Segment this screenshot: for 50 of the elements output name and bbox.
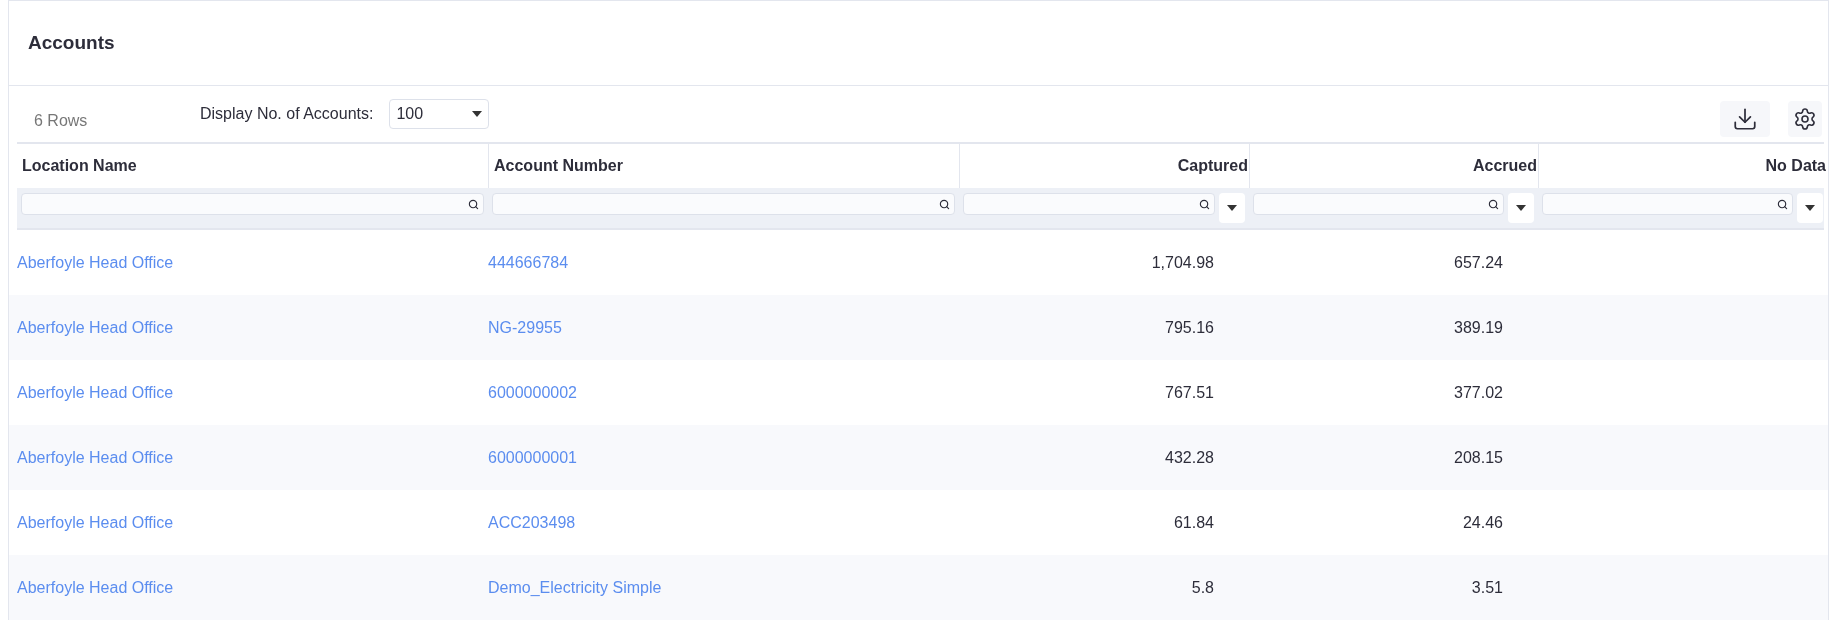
accrued-cell-text: 389.19 — [1454, 317, 1503, 338]
account-link[interactable]: 6000000001 — [480, 448, 577, 466]
account-link[interactable]: Demo_Electricity Simple — [480, 578, 662, 596]
filter-field[interactable] — [1542, 193, 1793, 215]
captured-cell-text: 432.28 — [1165, 447, 1214, 468]
download-icon — [1732, 106, 1758, 132]
search-icon — [1199, 198, 1210, 210]
caret-icon — [1227, 205, 1237, 211]
filter-field[interactable] — [21, 193, 484, 215]
accrued-cell-text: 208.15 — [1454, 447, 1503, 468]
column-header[interactable]: Location Name — [17, 144, 488, 188]
account-link[interactable]: ACC203498 — [480, 513, 576, 531]
account-link[interactable]: 444666784 — [480, 253, 569, 271]
settings-button[interactable] — [1788, 101, 1822, 137]
filter-dropdown-button[interactable] — [1508, 193, 1534, 223]
filter-field[interactable] — [492, 193, 955, 215]
location-link[interactable]: Aberfoyle Head Office — [9, 448, 174, 466]
captured-cell-text: 5.8 — [1191, 577, 1214, 598]
search-icon — [468, 198, 479, 210]
location-link[interactable]: Aberfoyle Head Office — [9, 318, 174, 336]
row-count: 6 Rows — [34, 111, 89, 131]
filter-field[interactable] — [1253, 193, 1504, 215]
settings-icon — [1793, 107, 1817, 131]
account-link[interactable]: 6000000002 — [480, 383, 577, 401]
filter-field[interactable] — [963, 193, 1215, 215]
accrued-cell-text: 657.24 — [1454, 252, 1503, 273]
search-icon — [1777, 198, 1788, 210]
caret-icon — [472, 111, 483, 117]
location-link[interactable]: Aberfoyle Head Office — [9, 578, 174, 596]
page-title: Accounts — [28, 30, 115, 55]
location-link[interactable]: Aberfoyle Head Office — [9, 383, 174, 401]
accrued-cell-text: 3.51 — [1471, 577, 1503, 598]
location-link[interactable]: Aberfoyle Head Office — [9, 513, 174, 531]
captured-cell-text: 767.51 — [1165, 382, 1214, 403]
caret-icon — [1516, 205, 1526, 211]
search-icon — [939, 198, 950, 210]
location-link[interactable]: Aberfoyle Head Office — [9, 253, 174, 271]
account-link[interactable]: NG-29955 — [480, 318, 562, 336]
captured-cell-text: 795.16 — [1165, 317, 1214, 338]
display-count-select[interactable]: 100 — [389, 99, 490, 129]
filter-dropdown-button[interactable] — [1797, 193, 1823, 223]
display-label: Display No. of Accounts: — [200, 104, 374, 124]
captured-cell-text: 61.84 — [1173, 512, 1214, 533]
filter-dropdown-button[interactable] — [1219, 193, 1245, 223]
caret-icon — [1805, 205, 1815, 211]
accrued-cell-text: 24.46 — [1462, 512, 1503, 533]
accrued-cell-text: 377.02 — [1454, 382, 1503, 403]
download-button[interactable] — [1720, 101, 1770, 137]
captured-cell-text: 1,704.98 — [1151, 252, 1214, 273]
search-icon — [1488, 198, 1499, 210]
